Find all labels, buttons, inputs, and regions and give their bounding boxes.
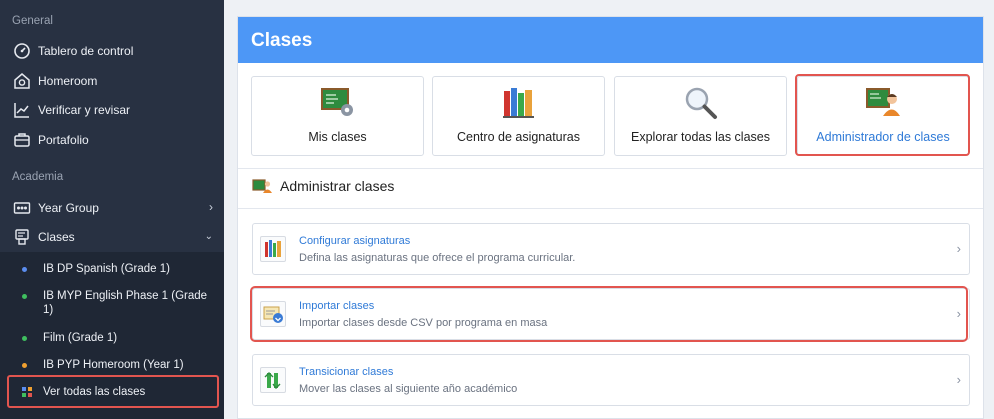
row-transition-classes[interactable]: Transicionar clases Mover las clases al … (252, 354, 970, 406)
sidebar-item-label: Homeroom (38, 74, 98, 88)
portfolio-icon (11, 129, 33, 151)
tile-label: Mis clases (308, 130, 367, 144)
homeroom-icon (11, 70, 33, 92)
highlight-box (7, 375, 219, 408)
dashboard-icon (11, 40, 33, 62)
classes-panel: Clases Mis clases Centro de asignaturas … (237, 16, 984, 419)
page-title: Clases (238, 17, 983, 63)
chevron-down-icon: ⌄ (204, 231, 213, 242)
class-color-dot (22, 363, 27, 368)
sidebar-item-year-group[interactable]: Year Group › (0, 194, 224, 222)
sidebar-item-label: Verificar y revisar (38, 103, 131, 117)
sidebar-item-classes[interactable]: Clases ⌄ (0, 223, 224, 251)
chalkboard-gear-icon (320, 86, 356, 120)
chevron-right-icon: › (209, 200, 213, 214)
divider (238, 168, 983, 169)
sidebar: General Tablero de control Homeroom Veri… (0, 0, 224, 419)
tile-my-classes[interactable]: Mis clases (251, 76, 424, 156)
divider (238, 208, 983, 209)
tile-label: Explorar todas las clases (631, 130, 770, 144)
chevron-right-icon: › (956, 372, 961, 387)
tile-subject-center[interactable]: Centro de asignaturas (432, 76, 605, 156)
row-description: Defina las asignaturas que ofrece el pro… (299, 252, 576, 264)
tile-explore-classes[interactable]: Explorar todas las clases (614, 76, 787, 156)
admin-heading-label: Administrar clases (280, 178, 395, 194)
sidebar-item-portfolio[interactable]: Portafolio (0, 126, 224, 154)
sidebar-item-dashboard[interactable]: Tablero de control (0, 37, 224, 65)
class-item-label: IB PYP Homeroom (Year 1) (43, 359, 184, 371)
row-configure-subjects[interactable]: Configurar asignaturas Defina las asigna… (252, 223, 970, 275)
books-icon (260, 236, 286, 262)
highlight-box (250, 286, 968, 342)
row-description: Mover las clases al siguiente año académ… (299, 383, 518, 395)
sidebar-item-homeroom[interactable]: Homeroom (0, 67, 224, 95)
sidebar-item-label: Year Group (38, 201, 99, 215)
chart-line-icon (11, 99, 33, 121)
class-item-label: Film (Grade 1) (43, 332, 118, 344)
sidebar-item-label: Clases (38, 230, 75, 244)
class-color-dot (22, 294, 27, 299)
section-label-general: General (12, 15, 53, 27)
chalkboard-person-icon (252, 178, 272, 194)
section-label-academia: Academia (12, 171, 64, 183)
chevron-right-icon: › (956, 241, 961, 256)
tile-label: Centro de asignaturas (457, 130, 580, 144)
sidebar-item-verify-review[interactable]: Verificar y revisar (0, 96, 224, 124)
class-item-label: IB MYP English Phase 1 (Grade 1) (43, 290, 208, 316)
class-color-dot (22, 336, 27, 341)
sidebar-item-label: Tablero de control (38, 44, 134, 58)
class-color-dot (22, 267, 27, 272)
classes-icon (11, 226, 33, 248)
row-title: Configurar asignaturas (299, 235, 411, 247)
year-group-icon (11, 197, 33, 219)
magnifier-icon (683, 86, 719, 120)
highlight-box (795, 74, 970, 156)
transition-icon (260, 367, 286, 393)
books-icon (501, 86, 537, 120)
admin-heading: Administrar clases (252, 178, 394, 194)
row-title: Transicionar clases (299, 366, 394, 378)
sidebar-item-label: Portafolio (38, 133, 89, 147)
class-item-label: IB DP Spanish (Grade 1) (43, 263, 170, 275)
